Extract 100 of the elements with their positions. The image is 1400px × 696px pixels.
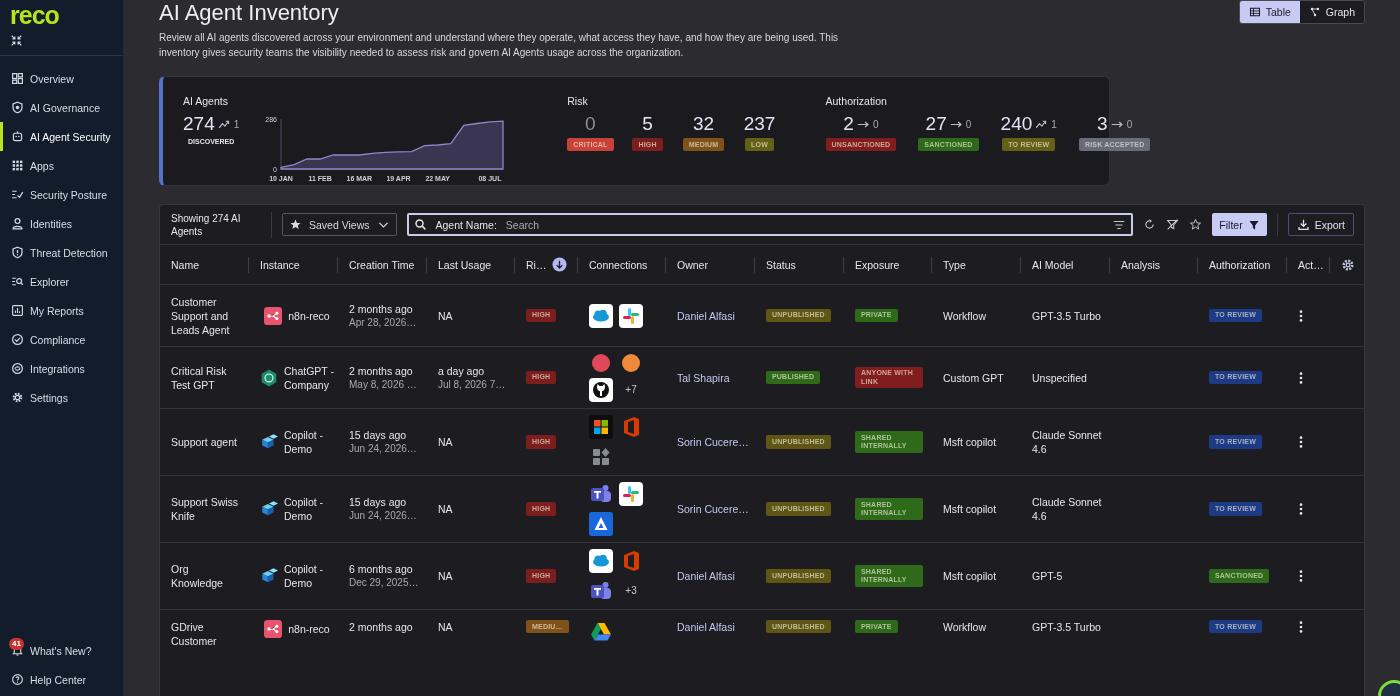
table-cell: Claude Sonnet 4.6	[1032, 428, 1102, 456]
result-count: Showing 274 AI Agents	[171, 211, 272, 238]
relative-time: NA	[438, 569, 454, 583]
table-cell-text: Msft copilot	[943, 502, 998, 516]
relative-time: 6 months ago	[349, 562, 414, 576]
instance-name: Copilot - Demo	[284, 495, 325, 523]
funnel-icon	[1247, 218, 1260, 231]
filter-button[interactable]: Filter	[1212, 213, 1267, 236]
owner-link[interactable]: Tal Shapira	[677, 370, 747, 385]
sidebar-item[interactable]: 41 What's New?	[0, 636, 123, 665]
relative-time: NA	[438, 435, 454, 449]
instance-name: ChatGPT - Company	[284, 363, 334, 392]
grid-icon	[11, 72, 24, 85]
stat-value: 5	[642, 113, 653, 135]
table-cell-text: Workflow	[943, 620, 987, 634]
agent-name: Org Knowledge	[171, 562, 224, 590]
settings-icon	[11, 391, 24, 404]
favorite-button[interactable]	[1189, 218, 1203, 231]
shield-alert-icon	[11, 246, 24, 259]
settings-icon	[1341, 257, 1355, 272]
instance-name: n8n-reco	[288, 308, 330, 323]
sidebar-item[interactable]: Security Posture	[0, 180, 123, 209]
download-icon	[1296, 218, 1310, 231]
sidebar-item[interactable]: Threat Detection	[0, 238, 123, 267]
relative-time: 15 days ago	[349, 495, 408, 509]
bar-chart-icon	[11, 304, 24, 317]
section-title: Risk	[567, 95, 589, 107]
sidebar-item[interactable]: Compliance	[0, 325, 123, 354]
search-bar[interactable]: Agent Name: Search	[406, 213, 1134, 236]
sidebar-item[interactable]: Identities	[0, 209, 123, 238]
stat-delta: 0	[1126, 118, 1133, 130]
list-search-icon	[11, 275, 24, 288]
date-text: Dec 29, 2025…	[349, 576, 419, 590]
owner-link[interactable]: Sorin Cucere…	[677, 435, 747, 449]
refresh-button[interactable]	[1143, 218, 1157, 231]
owner-link[interactable]: Daniel Alfasi	[677, 308, 747, 323]
owner-link[interactable]: Sorin Cucere…	[677, 502, 747, 516]
relative-time: NA	[438, 308, 454, 323]
export-button[interactable]: Export	[1287, 213, 1354, 236]
agent-name: Critical Risk Test GPT	[171, 363, 228, 392]
collapse-button[interactable]	[10, 34, 23, 47]
cloud-icon	[589, 549, 613, 573]
stat-value: 274	[183, 113, 215, 135]
view-toggle-button[interactable]: Graph	[1299, 1, 1364, 23]
relative-time: 2 months ago	[349, 620, 414, 634]
sidebar-item[interactable]: Overview	[0, 64, 123, 93]
instance-name: n8n-reco	[288, 622, 330, 636]
cubes-icon	[260, 433, 278, 451]
checklist-icon	[11, 188, 24, 201]
table-cell-text: Msft copilot	[943, 435, 998, 449]
sidebar-item[interactable]: My Reports	[0, 296, 123, 325]
table-cell-text: Custom GPT	[943, 370, 1005, 385]
field-label: Agent Name:	[435, 218, 497, 231]
sidebar-item[interactable]: AI Agent Security	[0, 122, 123, 151]
saved-views-dropdown[interactable]: Saved Views	[282, 213, 397, 236]
agent-name: Support Swiss Knife	[171, 495, 240, 523]
agent-name: Customer Support and Leads Agent	[171, 294, 231, 337]
table-cell: Claude Sonnet 4.6	[1032, 495, 1102, 523]
table-cell-text: Workflow	[943, 308, 987, 323]
star-icon	[289, 218, 302, 231]
person-icon	[11, 217, 24, 230]
search-input[interactable]: Search	[505, 218, 1104, 231]
cat-icon	[589, 377, 613, 402]
relative-time: NA	[438, 620, 454, 634]
relative-time: 2 months ago	[349, 301, 414, 316]
help-icon	[11, 673, 24, 686]
view-toggle-button[interactable]: Table	[1239, 1, 1300, 23]
date-text: Jul 8, 2026 7…	[438, 377, 507, 392]
agent-name: GDrive Customer	[171, 620, 218, 648]
cloud-icon	[589, 303, 613, 328]
stat-delta: 0	[872, 118, 879, 130]
table-cell: GPT-3.5 Turbo	[1032, 308, 1102, 323]
owner-link[interactable]: Daniel Alfasi	[677, 569, 747, 583]
nodes-icon	[1308, 6, 1321, 18]
sidebar-item[interactable]: Integrations	[0, 354, 123, 383]
stat-delta: 1	[1051, 118, 1057, 130]
chat-launcher-button[interactable]	[1376, 678, 1400, 696]
relative-time: 15 days ago	[349, 428, 408, 442]
table-cell-text: Msft copilot	[943, 569, 998, 583]
owner-link[interactable]: Daniel Alfasi	[677, 620, 747, 634]
search-icon	[413, 218, 427, 231]
table-cell-text: GPT-5	[1032, 569, 1064, 583]
dots-grid-icon	[11, 159, 24, 172]
filter-off-icon	[1166, 218, 1180, 231]
date-text: Apr 28, 2026…	[349, 315, 418, 330]
column-settings-button[interactable]	[1341, 257, 1355, 272]
sidebar-item[interactable]: Help Center	[0, 665, 123, 694]
check-circle-icon	[11, 333, 24, 346]
section-title: AI Agents	[183, 95, 229, 107]
sidebar-item[interactable]: Settings	[0, 383, 123, 412]
date-text: May 8, 2026 …	[349, 377, 418, 392]
more-count: +7	[625, 382, 637, 397]
stat-value: 240	[1000, 113, 1033, 135]
stat-value: 27	[925, 113, 947, 135]
clear-filter-button[interactable]	[1166, 218, 1180, 231]
sidebar-item[interactable]: AI Governance	[0, 93, 123, 122]
sidebar-item[interactable]: Explorer	[0, 267, 123, 296]
sidebar-item[interactable]: Apps	[0, 151, 123, 180]
collapse-icon	[10, 34, 23, 47]
stat-value: 237	[743, 113, 776, 135]
